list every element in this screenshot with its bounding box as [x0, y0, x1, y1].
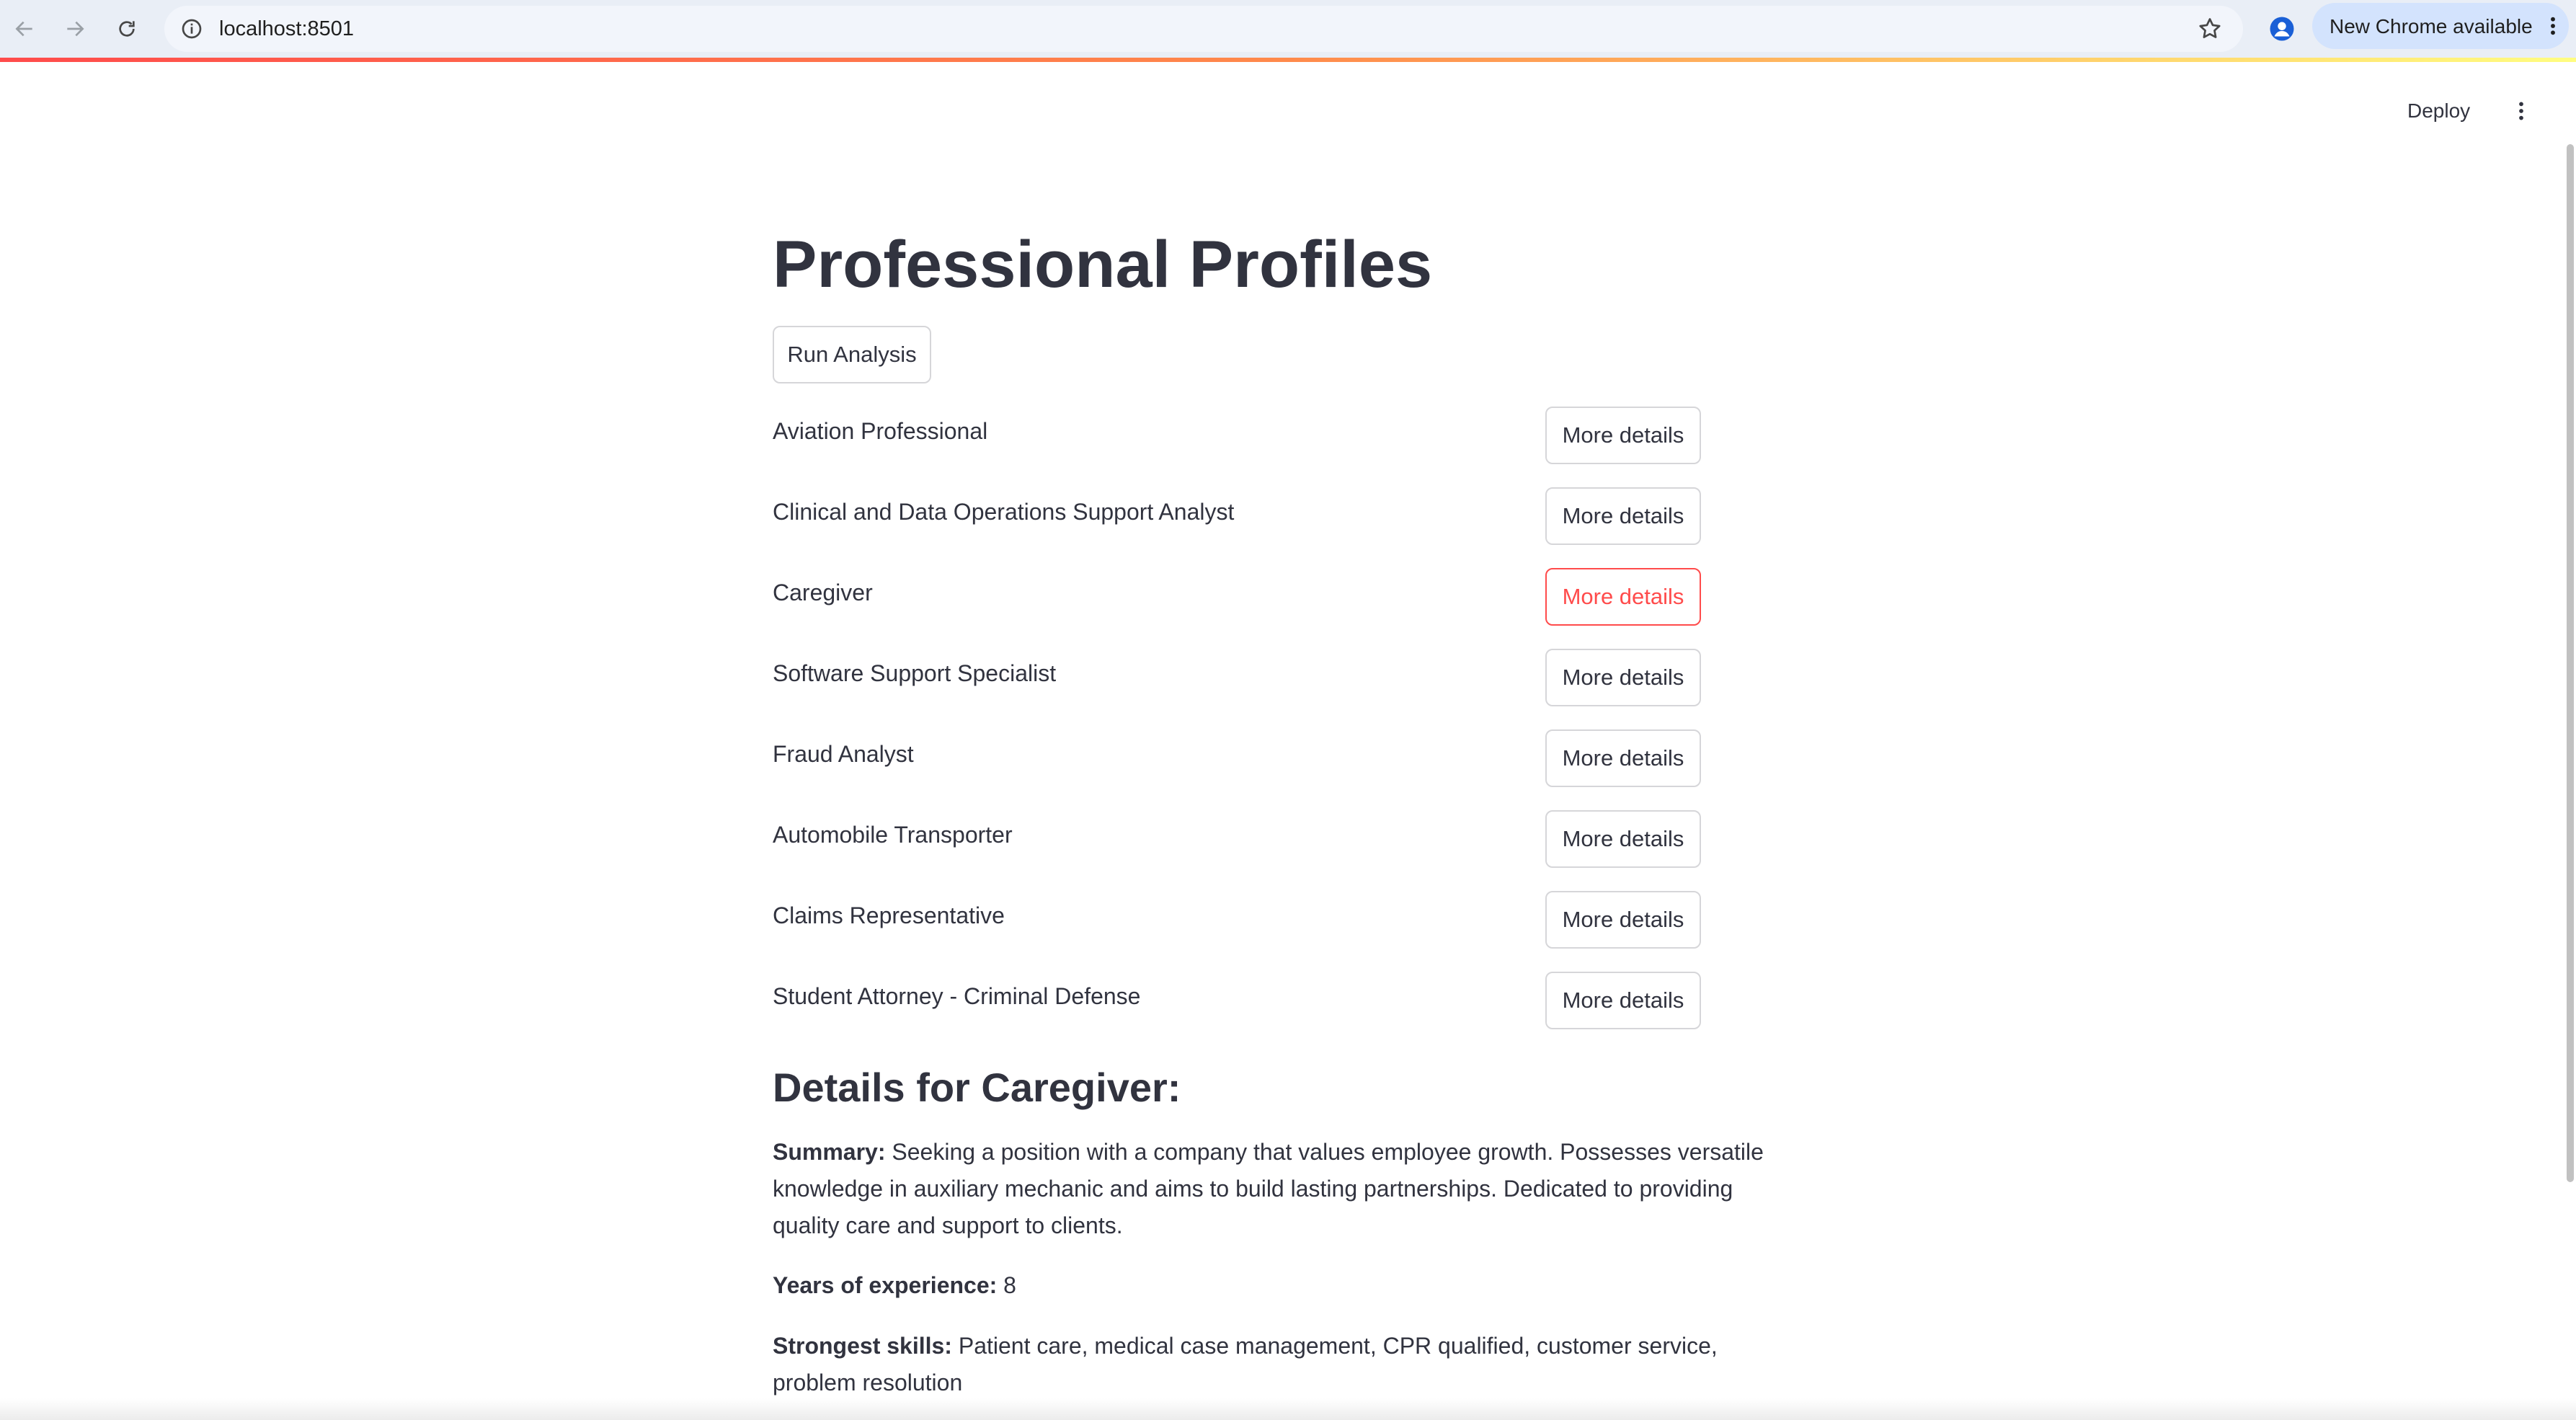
chrome-update-label: New Chrome available	[2329, 15, 2533, 37]
more-details-button[interactable]: More details	[1545, 972, 1701, 1029]
app-status-bar	[0, 58, 2576, 62]
profile-title: Claims Representative	[773, 902, 1005, 928]
more-details-button[interactable]: More details	[1545, 568, 1701, 626]
more-details-button[interactable]: More details	[1545, 729, 1701, 787]
reload-icon[interactable]	[111, 13, 143, 45]
more-details-button[interactable]: More details	[1545, 891, 1701, 949]
profile-row: Software Support Specialist More details	[773, 649, 1702, 721]
forward-icon[interactable]	[59, 13, 91, 45]
skills-paragraph: Strongest skills: Patient care, medical …	[773, 1328, 1782, 1401]
details-heading: Details for Caregiver:	[773, 1065, 1181, 1110]
browser-toolbar: localhost:8501 New Chrome available	[0, 0, 2576, 58]
info-icon[interactable]	[180, 17, 203, 40]
summary-text: Seeking a position with a company that v…	[773, 1139, 1764, 1238]
profile-icon[interactable]	[2263, 10, 2301, 48]
profile-row: Clinical and Data Operations Support Ana…	[773, 487, 1702, 559]
profile-row: Claims Representative More details	[773, 891, 1702, 963]
profile-title: Clinical and Data Operations Support Ana…	[773, 499, 1235, 525]
skills-label: Strongest skills:	[773, 1333, 952, 1359]
experience-label: Years of experience:	[773, 1272, 998, 1298]
bottom-shadow	[0, 1398, 2576, 1420]
run-analysis-button[interactable]: Run Analysis	[773, 326, 931, 383]
profile-row: Student Attorney - Criminal Defense More…	[773, 972, 1702, 1044]
summary-label: Summary:	[773, 1139, 886, 1165]
profile-title: Automobile Transporter	[773, 822, 1013, 848]
more-vert-icon[interactable]	[2546, 14, 2560, 37]
deploy-button[interactable]: Deploy	[2407, 97, 2470, 125]
more-details-button[interactable]: More details	[1545, 407, 1701, 464]
profile-row: Automobile Transporter More details	[773, 810, 1702, 882]
scrollbar-thumb[interactable]	[2567, 144, 2574, 1182]
profile-row: Aviation Professional More details	[773, 407, 1702, 479]
more-details-button[interactable]: More details	[1545, 810, 1701, 868]
more-details-button[interactable]: More details	[1545, 649, 1701, 706]
experience-value: 8	[1003, 1272, 1016, 1298]
profile-row: Caregiver More details	[773, 568, 1702, 640]
experience-paragraph: Years of experience: 8	[773, 1267, 1782, 1304]
more-details-button[interactable]: More details	[1545, 487, 1701, 545]
profile-title: Software Support Specialist	[773, 660, 1057, 686]
page-title: Professional Profiles	[773, 228, 1433, 301]
summary-paragraph: Summary: Seeking a position with a compa…	[773, 1134, 1782, 1244]
profile-title: Aviation Professional	[773, 418, 988, 444]
chrome-update-button[interactable]: New Chrome available	[2312, 3, 2569, 49]
main-menu-icon[interactable]	[2510, 97, 2533, 125]
profile-title: Fraud Analyst	[773, 741, 914, 767]
star-icon[interactable]	[2197, 16, 2223, 42]
profile-title: Student Attorney - Criminal Defense	[773, 983, 1141, 1009]
back-icon[interactable]	[9, 13, 40, 45]
profile-row: Fraud Analyst More details	[773, 729, 1702, 802]
url-text[interactable]: localhost:8501	[219, 17, 354, 40]
profile-title: Caregiver	[773, 580, 873, 605]
address-bar[interactable]: localhost:8501	[164, 6, 2243, 52]
